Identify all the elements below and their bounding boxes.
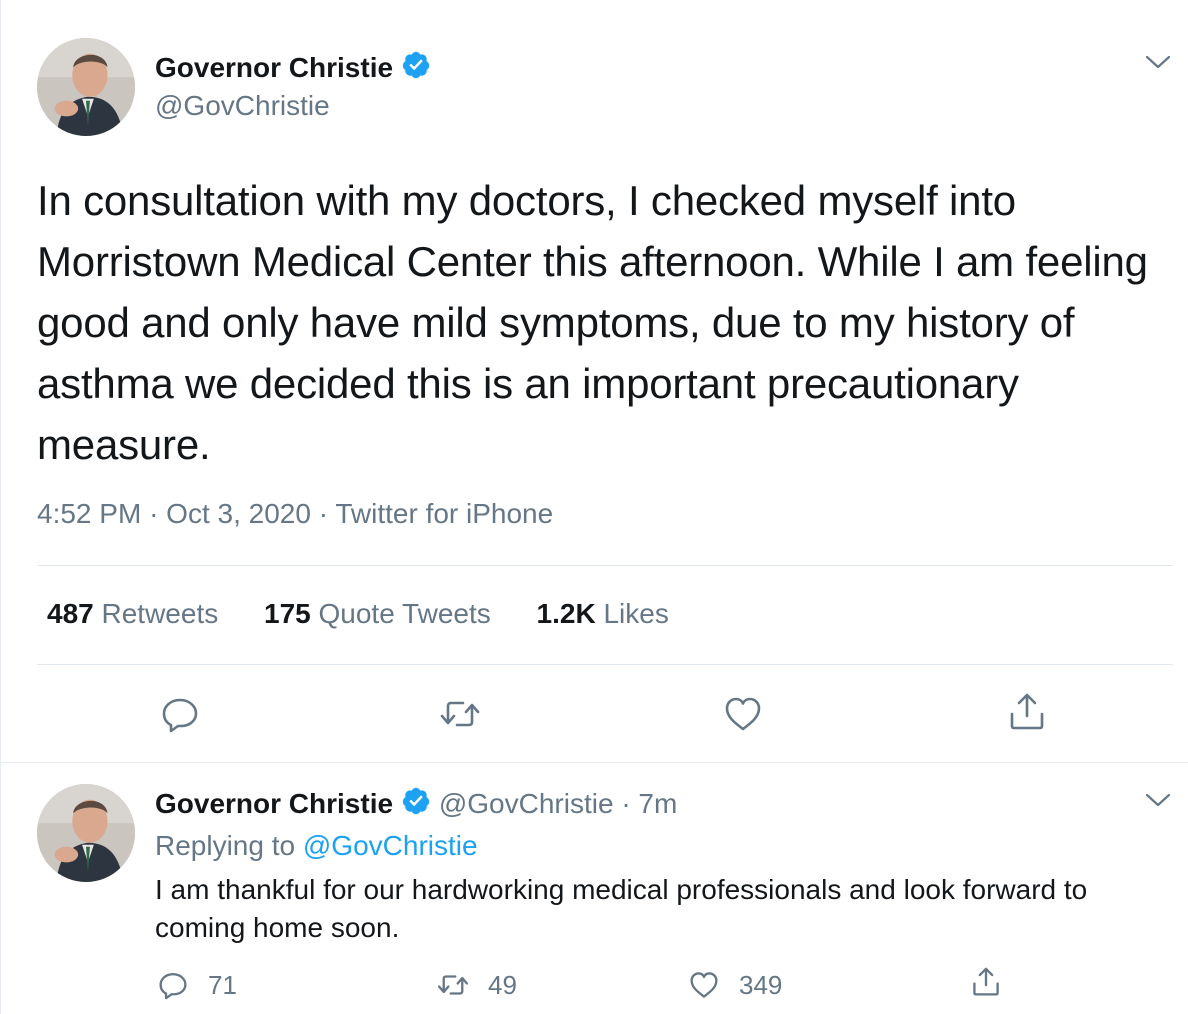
replying-to: Replying to @GovChristie: [155, 830, 478, 862]
reply-button[interactable]: [158, 692, 202, 736]
retweet-button[interactable]: [438, 692, 482, 736]
retweet-icon: [437, 975, 469, 995]
reply-icon: [159, 973, 187, 1000]
reply-icon: [162, 698, 198, 733]
tweet-meta: 4:52 PM · Oct 3, 2020 · Twitter for iPho…: [37, 498, 553, 530]
share-icon: [973, 967, 999, 996]
verified-badge-icon: [402, 787, 430, 815]
quote-tweets-count: 175: [264, 598, 311, 629]
verified-badge-icon: [402, 51, 430, 79]
author-name-text: Governor Christie: [155, 52, 394, 83]
reply-button[interactable]: 71: [156, 967, 237, 1003]
tweet-source[interactable]: Twitter for iPhone: [335, 498, 553, 529]
like-button[interactable]: [721, 692, 765, 736]
tweet-stats: 487 Retweets 175 Quote Tweets 1.2K Likes: [47, 598, 707, 630]
retweet-icon: [440, 701, 480, 727]
profile-avatar[interactable]: [37, 784, 135, 882]
author-name[interactable]: Governor Christie: [155, 788, 393, 819]
reply-count: 71: [208, 969, 237, 1000]
chevron-down-icon[interactable]: [1144, 790, 1172, 810]
quote-tweets-label: Quote Tweets: [318, 598, 491, 629]
quote-tweets-stat[interactable]: 175 Quote Tweets: [264, 598, 491, 629]
meta-separator: ·: [149, 498, 159, 529]
like-count: 349: [739, 969, 783, 1000]
retweets-label: Retweets: [101, 598, 219, 629]
tweet-date[interactable]: Oct 3, 2020: [166, 498, 311, 529]
meta-separator: ·: [621, 788, 631, 819]
profile-avatar[interactable]: [37, 38, 135, 136]
tweet-text: In consultation with my doctors, I check…: [37, 177, 1148, 468]
replying-to-handle[interactable]: @GovChristie: [303, 830, 478, 861]
like-icon: [690, 972, 718, 998]
meta-separator: ·: [318, 498, 329, 529]
share-button[interactable]: [1005, 690, 1049, 734]
profile-photo-avatar-icon: [37, 38, 135, 136]
author-name[interactable]: Governor Christie: [155, 50, 431, 84]
chevron-down-icon[interactable]: [1144, 52, 1172, 72]
likes-count: 1.2K: [536, 598, 596, 629]
like-button[interactable]: 349: [687, 967, 782, 1003]
thread-divider: [1, 762, 1188, 763]
tweet-text: I am thankful for our hardworking medica…: [155, 874, 1088, 943]
like-icon: [725, 697, 761, 731]
retweets-count: 487: [47, 598, 94, 629]
share-button[interactable]: [969, 964, 1021, 1000]
share-icon: [1010, 693, 1044, 730]
retweet-button[interactable]: 49: [436, 967, 517, 1003]
tweet-thread: Governor Christie @GovChristie In consul…: [0, 0, 1188, 1014]
retweet-count: 49: [488, 969, 517, 1000]
replying-to-label: Replying to: [155, 830, 296, 861]
divider-line: [37, 664, 1173, 665]
author-handle[interactable]: @GovChristie: [439, 788, 614, 819]
divider-line: [37, 565, 1173, 566]
retweets-stat[interactable]: 487 Retweets: [47, 598, 218, 629]
likes-stat[interactable]: 1.2K Likes: [537, 598, 669, 629]
tweet-time[interactable]: 4:52 PM: [37, 498, 141, 529]
likes-label: Likes: [603, 598, 669, 629]
profile-photo-avatar-icon: [37, 784, 135, 882]
author-handle[interactable]: @GovChristie: [155, 90, 330, 122]
reply-header: Governor Christie @GovChristie · 7m: [155, 786, 677, 820]
tweet-time[interactable]: 7m: [638, 788, 677, 819]
